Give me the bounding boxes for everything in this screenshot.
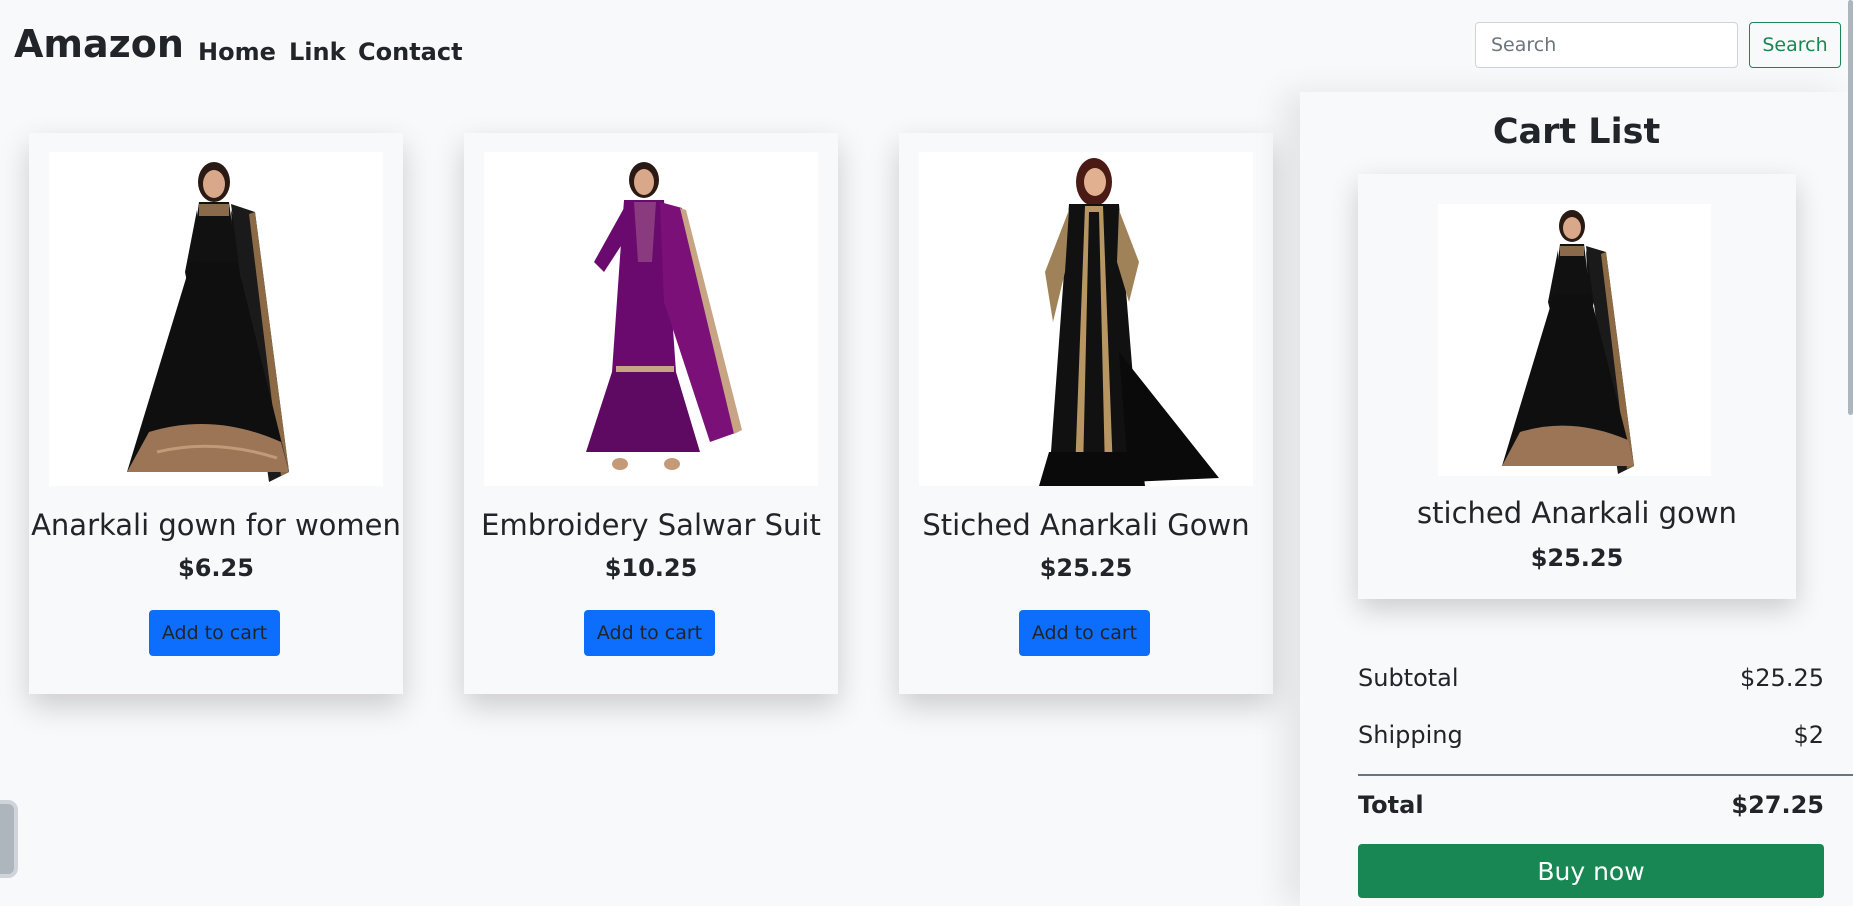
product-price: $6.25 <box>178 554 254 582</box>
product-price: $25.25 <box>1039 554 1133 582</box>
product-card: Anarkali gown for women $6.25 Add to car… <box>29 133 403 694</box>
cart-item-price: $25.25 <box>1530 544 1624 572</box>
total-label: Total <box>1358 791 1424 819</box>
scrollbar[interactable] <box>1848 0 1853 415</box>
purple-salwar-suit-image[interactable] <box>484 152 818 486</box>
product-title: Anarkali gown for women <box>31 508 401 542</box>
navbar: Amazon Home Link Contact Search <box>0 0 1853 92</box>
nav-link-contact[interactable]: Contact <box>358 38 463 66</box>
black-anarkali-gown-image <box>1438 204 1711 476</box>
summary-divider <box>1358 774 1853 776</box>
add-to-cart-button[interactable]: Add to cart <box>1019 610 1150 656</box>
total-value: $27.25 <box>1731 791 1824 819</box>
subtotal-label: Subtotal <box>1358 664 1459 692</box>
shipping-label: Shipping <box>1358 721 1463 749</box>
product-title: Embroidery Salwar Suit <box>481 508 821 542</box>
product-title: Stiched Anarkali Gown <box>922 508 1250 542</box>
black-anarkali-gown-image[interactable] <box>49 152 383 486</box>
search-input[interactable] <box>1475 22 1738 68</box>
add-to-cart-button[interactable]: Add to cart <box>584 610 715 656</box>
search-button[interactable]: Search <box>1749 22 1841 68</box>
product-price: $10.25 <box>604 554 698 582</box>
cart-item-name: stiched Anarkali gown <box>1417 496 1737 530</box>
product-card: Embroidery Salwar Suit $10.25 Add to car… <box>464 133 838 694</box>
subtotal-value: $25.25 <box>1740 664 1824 692</box>
nav-link-link[interactable]: Link <box>289 38 346 66</box>
cart-item-card: stiched Anarkali gown $25.25 <box>1358 174 1796 599</box>
nav-link-home[interactable]: Home <box>198 38 276 66</box>
brand-logo[interactable]: Amazon <box>14 22 184 66</box>
black-gold-anarkali-image[interactable] <box>919 152 1253 486</box>
side-handle[interactable] <box>0 800 18 878</box>
shipping-value: $2 <box>1793 721 1824 749</box>
cart-title: Cart List <box>1492 112 1661 152</box>
product-card: Stiched Anarkali Gown $25.25 Add to cart <box>899 133 1273 694</box>
add-to-cart-button[interactable]: Add to cart <box>149 610 280 656</box>
buy-now-button[interactable]: Buy now <box>1358 844 1824 898</box>
